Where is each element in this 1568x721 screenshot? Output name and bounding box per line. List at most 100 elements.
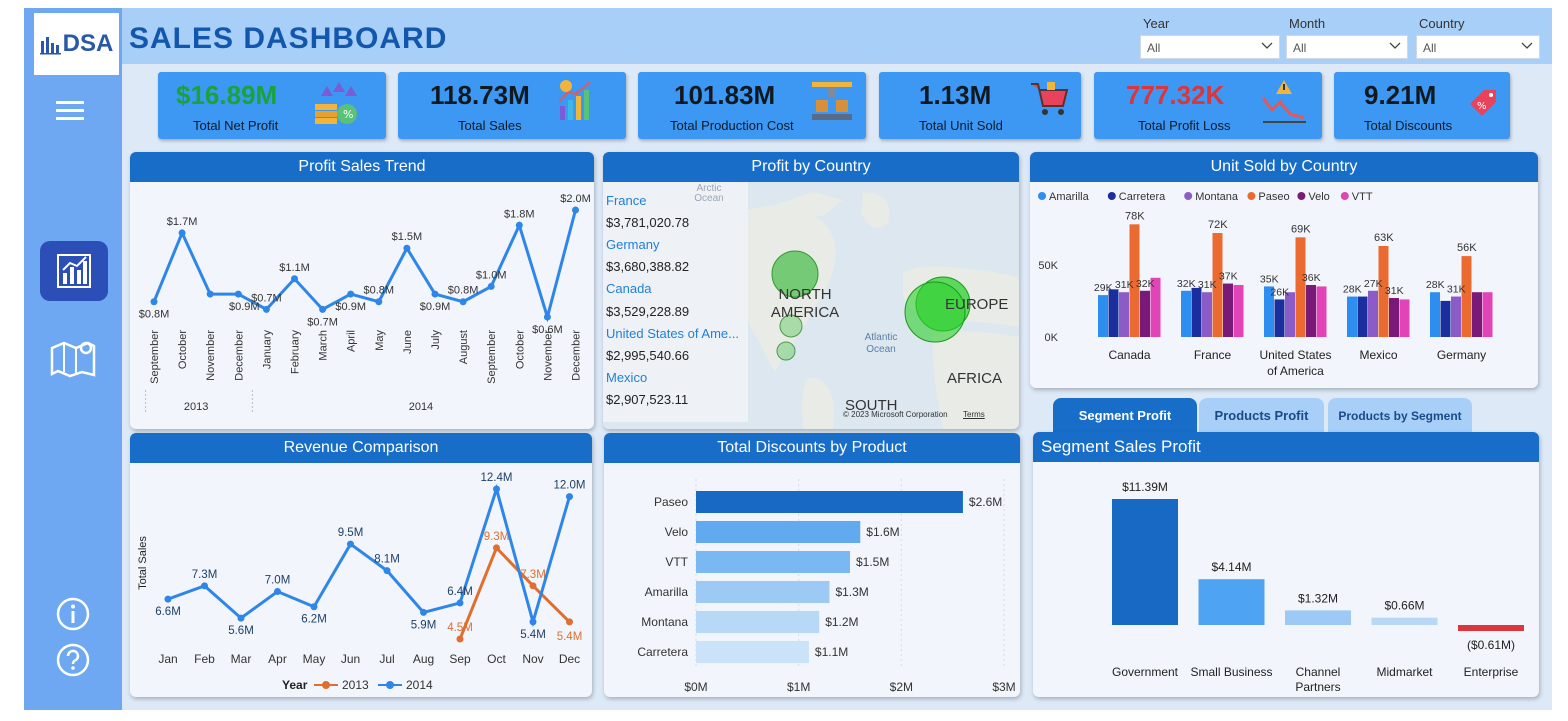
y-tick-label: 50K (1038, 260, 1058, 272)
data-label: $0.7M (251, 292, 282, 304)
country-name[interactable]: France (606, 193, 646, 208)
info-icon (56, 597, 90, 631)
profit-by-country-card: Profit by Country France $3,781,020.78 G… (603, 152, 1019, 429)
country-name[interactable]: United States of Ame... (606, 326, 739, 341)
x-tick-label: January (261, 330, 273, 370)
y-tick-label: 0K (1045, 332, 1059, 344)
bar (696, 491, 963, 513)
data-point (493, 544, 500, 552)
country-value: $2,907,523.11 (606, 392, 689, 407)
map-copyright: © 2023 Microsoft Corporation (843, 410, 948, 419)
data-label: $1.2M (825, 615, 858, 629)
bar (1461, 256, 1472, 337)
data-label: $1.1M (815, 645, 848, 659)
shopping-cart-icon (1031, 82, 1069, 115)
kpi-value: 777.32K (1126, 80, 1225, 110)
bar (1440, 300, 1451, 337)
data-point (529, 582, 537, 590)
kpi-net-profit: $16.89M Total Net Profit % (158, 72, 386, 139)
year-group-label: 2014 (409, 401, 433, 413)
map-label-arctic: Arctic Ocean (694, 183, 724, 204)
data-point (274, 588, 281, 596)
x-tick-label: Jun (341, 652, 360, 666)
bar (1119, 292, 1129, 337)
x-tick-label: Jul (379, 652, 394, 666)
x-tick-label: July (430, 330, 442, 350)
bar (1285, 292, 1295, 337)
data-label: $1.6M (866, 525, 899, 539)
year-select[interactable]: All (1140, 35, 1280, 59)
tab-products-profit[interactable]: Products Profit (1199, 398, 1324, 432)
country-select[interactable]: All (1416, 35, 1540, 59)
help-button[interactable] (55, 642, 91, 678)
data-label: 31K (1198, 279, 1217, 291)
header-bar: SALES DASHBOARD Year All Month All Count… (122, 8, 1552, 64)
chevron-down-icon (1261, 42, 1273, 49)
x-tick-label: November (542, 330, 554, 381)
data-label: $1.7M (167, 216, 198, 228)
bar (1112, 499, 1178, 625)
data-point (150, 298, 158, 306)
map-label-europe: EUROPE (945, 296, 1009, 313)
tab-products-by-segment[interactable]: Products by Segment (1328, 398, 1472, 432)
data-label: $1.5M (392, 231, 423, 243)
data-label: 6.6M (155, 606, 181, 618)
bar (1108, 289, 1119, 337)
logo: DSA (34, 13, 119, 75)
bar (696, 551, 850, 573)
map-nav-button[interactable] (48, 336, 98, 380)
data-label: 7.0M (265, 575, 291, 587)
bar-chart-logo-icon (39, 37, 61, 55)
y-tick-label: VTT (665, 555, 688, 569)
money-growth-icon: % (315, 82, 357, 124)
data-label: 12.4M (481, 472, 513, 484)
x-tick-label: November (205, 330, 217, 381)
data-label: ($0.61M) (1467, 638, 1515, 652)
bar (1140, 290, 1150, 337)
filter-year-label: Year (1143, 16, 1170, 31)
data-point (493, 485, 500, 493)
bar (1181, 290, 1191, 337)
data-point (164, 595, 172, 603)
bar (1472, 292, 1482, 337)
x-tick-label: Feb (194, 652, 215, 666)
month-select-value: All (1293, 41, 1307, 55)
factory-icon (812, 82, 852, 120)
data-label: 29K (1094, 282, 1113, 294)
data-label: 8.1M (374, 554, 400, 566)
unit-sold-chart: Amarilla Carretera Montana Paseo Velo VTT 50K 0… (1038, 191, 1493, 378)
country-name[interactable]: Canada (606, 281, 652, 296)
data-label: 5.9M (411, 619, 437, 631)
bar (1357, 296, 1368, 337)
legend-marker (322, 681, 330, 689)
month-select[interactable]: All (1286, 35, 1408, 59)
x-tick-label: Sep (449, 652, 471, 666)
x-tick-label: Channel (1296, 665, 1341, 679)
chevron-down-icon (1521, 42, 1533, 49)
map-terms-link[interactable]: Terms (963, 410, 985, 419)
x-tick-label: September (486, 330, 498, 384)
logo-text: DSA (62, 30, 114, 57)
info-button[interactable] (55, 596, 91, 632)
data-point (456, 599, 464, 607)
bubble-mexico[interactable] (776, 341, 796, 361)
x-tick-label: Oct (487, 652, 506, 666)
country-name[interactable]: Germany (606, 237, 659, 252)
bar (1368, 290, 1378, 337)
x-tick-label: of America (1267, 364, 1324, 378)
kpi-label: Total Net Profit (193, 118, 279, 133)
menu-icon[interactable] (55, 98, 85, 124)
country-value: $3,680,388.82 (606, 259, 690, 274)
x-tick-label: Nov (522, 652, 543, 666)
country-name[interactable]: Mexico (606, 370, 647, 385)
data-label: 35K (1260, 273, 1279, 285)
data-label: 9.3M (484, 531, 510, 543)
profit-trend-chart: $0.8M September $1.7M October November $0.9M D… (139, 193, 591, 414)
data-point (234, 290, 242, 298)
data-point (403, 244, 411, 252)
data-label: $0.8M (364, 285, 395, 297)
tab-segment-profit[interactable]: Segment Profit (1053, 398, 1197, 432)
x-tick-label: May (374, 330, 386, 351)
filter-country-label: Country (1419, 16, 1465, 31)
report-nav-button[interactable] (40, 241, 108, 301)
